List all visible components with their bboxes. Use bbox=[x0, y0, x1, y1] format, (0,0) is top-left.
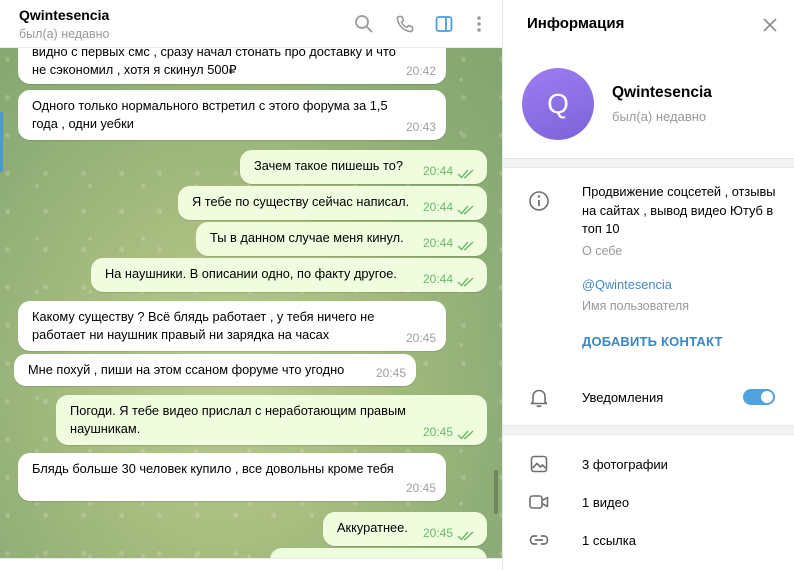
info-icon bbox=[527, 189, 551, 213]
message-text: На наушники. В описании одно, по факту д… bbox=[105, 266, 397, 281]
message-out[interactable]: Погоди. Я тебе видео прислал с неработаю… bbox=[56, 395, 487, 445]
read-ticks-icon bbox=[457, 241, 474, 251]
username-label: Имя пользователя bbox=[582, 299, 689, 313]
info-panel: Информация Q Qwintesencia был(а) недавно… bbox=[503, 0, 794, 570]
message-out[interactable]: Ты в данном случае меня кинул. 20:44 bbox=[196, 222, 487, 256]
photo-icon bbox=[527, 452, 551, 476]
message-time: 20:43 bbox=[405, 120, 436, 134]
photos-link[interactable]: 3 фотографии bbox=[582, 457, 668, 472]
message-out[interactable]: Зачем такое пишешь то? 20:44 bbox=[240, 150, 487, 184]
profile-status: был(а) недавно bbox=[612, 109, 707, 124]
message-out[interactable]: Я тебе по существу сейчас написал. 20:44 bbox=[178, 186, 487, 220]
message-time: 20:45 bbox=[405, 481, 436, 495]
section-divider bbox=[503, 425, 794, 435]
phone-icon[interactable] bbox=[393, 12, 417, 36]
notifications-toggle[interactable] bbox=[743, 389, 775, 405]
toggle-knob bbox=[760, 390, 774, 404]
bio-label: О себе bbox=[582, 244, 623, 258]
message-out[interactable]: Аккуратнее. 20:45 bbox=[323, 512, 487, 546]
info-title: Информация bbox=[527, 15, 625, 32]
message-time: 20:44 bbox=[422, 236, 453, 250]
message-in[interactable]: видно с первых смс , сразу начал стонать… bbox=[18, 48, 446, 84]
avatar[interactable]: Q bbox=[522, 68, 594, 140]
video-icon bbox=[527, 490, 551, 514]
username-link[interactable]: @Qwintesencia bbox=[582, 277, 672, 292]
read-ticks-icon bbox=[457, 277, 474, 287]
bell-icon bbox=[527, 386, 551, 410]
section-divider bbox=[503, 158, 794, 168]
message-text: Погоди. Я тебе видео прислал с неработаю… bbox=[70, 403, 406, 436]
sidebar-toggle-icon[interactable] bbox=[432, 12, 456, 36]
message-text: Блядь больше 30 человек купило , все дов… bbox=[32, 461, 394, 476]
message-in[interactable]: Мне похуй , пиши на этом ссаном форуме ч… bbox=[14, 354, 416, 386]
message-time: 20:44 bbox=[422, 272, 453, 286]
message-list[interactable]: видно с первых смс , сразу начал стонать… bbox=[0, 48, 502, 558]
chat-header[interactable]: Qwintesencia был(а) недавно bbox=[0, 0, 502, 48]
message-out[interactable]: На наушники. В описании одно, по факту д… bbox=[91, 258, 487, 292]
message-time: 20:45 bbox=[375, 366, 406, 380]
links-link[interactable]: 1 ссылка bbox=[582, 533, 636, 548]
link-icon bbox=[527, 528, 551, 552]
message-time: 20:45 bbox=[422, 526, 453, 540]
more-icon[interactable] bbox=[467, 12, 491, 36]
chat-scrollbar[interactable] bbox=[494, 470, 498, 514]
read-ticks-icon bbox=[457, 205, 474, 215]
message-in[interactable]: Какому существу ? Всё блядь работает , у… bbox=[18, 301, 446, 351]
message-time: 20:44 bbox=[422, 164, 453, 178]
add-contact-button[interactable]: ДОБАВИТЬ КОНТАКТ bbox=[582, 334, 723, 349]
notifications-label: Уведомления bbox=[582, 390, 664, 405]
message-text: Мне похуй , пиши на этом ссаном форуме ч… bbox=[28, 362, 345, 377]
message-time: 20:42 bbox=[405, 64, 436, 78]
profile-name: Qwintesencia bbox=[612, 84, 712, 101]
chat-title[interactable]: Qwintesencia bbox=[19, 7, 109, 23]
bio-text: Продвижение соцсетей , отзывы на сайтах … bbox=[582, 184, 776, 236]
message-text: видно с первых смс , сразу начал стонать… bbox=[32, 48, 396, 77]
message-text: Одного только нормального встретил с это… bbox=[32, 98, 388, 131]
videos-link[interactable]: 1 видео bbox=[582, 495, 629, 510]
search-icon[interactable] bbox=[352, 12, 376, 36]
message-out[interactable] bbox=[270, 548, 487, 558]
chat-list-accent bbox=[0, 112, 3, 172]
read-ticks-icon bbox=[457, 430, 474, 440]
message-text: Какому существу ? Всё блядь работает , у… bbox=[32, 309, 375, 342]
chat-pane: Qwintesencia был(а) недавно видно с перв… bbox=[0, 0, 503, 570]
message-time: 20:45 bbox=[405, 331, 436, 345]
message-in[interactable]: Одного только нормального встретил с это… bbox=[18, 90, 446, 140]
close-icon[interactable] bbox=[758, 13, 782, 37]
read-ticks-icon bbox=[457, 531, 474, 541]
read-ticks-icon bbox=[457, 169, 474, 179]
telegram-window: Qwintesencia был(а) недавно видно с перв… bbox=[0, 0, 794, 570]
message-in[interactable]: Блядь больше 30 человек купило , все дов… bbox=[18, 453, 446, 501]
composer-bar[interactable] bbox=[0, 558, 502, 570]
chat-status: был(а) недавно bbox=[19, 27, 110, 41]
message-time: 20:45 bbox=[422, 425, 453, 439]
message-time: 20:44 bbox=[422, 200, 453, 214]
